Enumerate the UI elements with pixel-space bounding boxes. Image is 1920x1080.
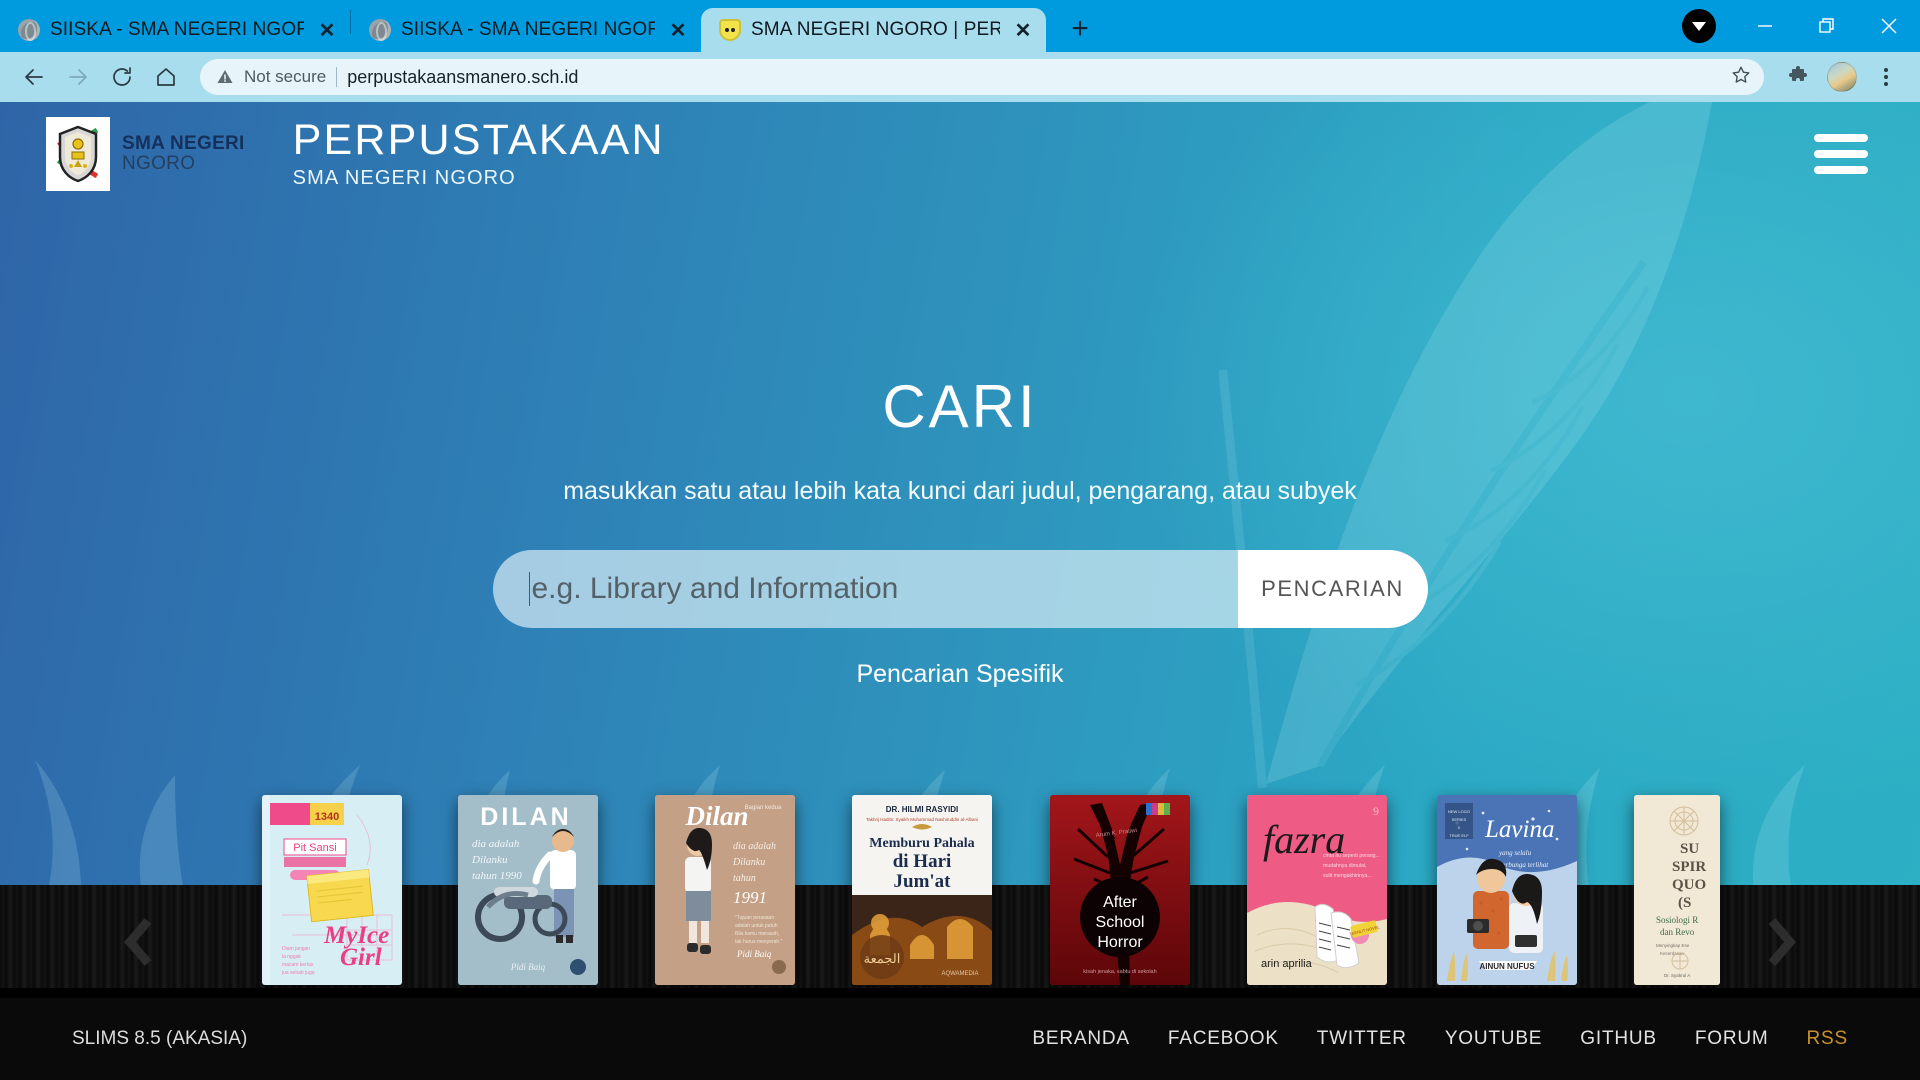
browser-tab-1[interactable]: SIISKA - SMA NEGERI NGORO ✕: [0, 8, 350, 52]
slims-version-label: SLIMS 8.5 (AKASIA): [72, 1028, 248, 1049]
close-icon[interactable]: ✕: [1010, 17, 1036, 43]
footer-link-forum[interactable]: FORUM: [1695, 1028, 1769, 1050]
home-icon[interactable]: [146, 57, 186, 97]
close-window-button[interactable]: [1858, 0, 1920, 52]
tab-title: SMA NEGERI NGORO | PERPUSTA: [751, 19, 1000, 40]
reload-icon[interactable]: [102, 57, 142, 97]
tab-strip: SIISKA - SMA NEGERI NGORO ✕ SIISKA - SMA…: [0, 0, 1920, 52]
forward-icon[interactable]: [58, 57, 98, 97]
search-placeholder: e.g. Library and Information: [531, 572, 899, 605]
address-bar[interactable]: Not secure perpustakaansmanero.sch.id: [200, 59, 1764, 95]
footer-link-rss[interactable]: RSS: [1807, 1028, 1848, 1050]
site-title-block: PERPUSTAKAAN SMA NEGERI NGORO: [292, 115, 665, 190]
logo-line-1: SMA NEGERI: [122, 133, 245, 155]
hamburger-menu-icon[interactable]: [1808, 128, 1874, 180]
site-header: SMA NEGERI NGORO PERPUSTAKAAN SMA NEGERI…: [0, 102, 1920, 206]
star-icon[interactable]: [1730, 64, 1752, 91]
globe-icon: [18, 19, 40, 41]
not-secure-warning-icon: [216, 68, 234, 86]
kebab-menu-icon[interactable]: [1866, 57, 1906, 97]
page-content: SMA NEGERI NGORO PERPUSTAKAAN SMA NEGERI…: [0, 102, 1920, 1080]
new-tab-button[interactable]: +: [1060, 9, 1100, 49]
back-icon[interactable]: [14, 57, 54, 97]
security-status-label: Not secure: [244, 67, 327, 86]
search-input[interactable]: e.g. Library and Information: [493, 550, 1238, 628]
search-heading: CARI: [882, 373, 1038, 440]
tab-title: SIISKA - SMA NEGERI NGORO: [401, 19, 655, 40]
toolbar-right-actions: [1778, 57, 1906, 97]
close-icon[interactable]: ✕: [314, 17, 340, 43]
search-bar: e.g. Library and Information PENCARIAN: [492, 550, 1428, 628]
browser-tab-3-active[interactable]: SMA NEGERI NGORO | PERPUSTA ✕: [701, 8, 1046, 52]
avatar[interactable]: [1822, 57, 1862, 97]
footer-link-github[interactable]: GITHUB: [1580, 1028, 1657, 1050]
footer-link-youtube[interactable]: YOUTUBE: [1445, 1028, 1542, 1050]
carousel-next-button[interactable]: [1752, 912, 1808, 972]
window-controls: [1682, 0, 1920, 52]
footer-link-beranda[interactable]: BERANDA: [1032, 1028, 1129, 1050]
search-subheading: masukkan satu atau lebih kata kunci dari…: [563, 477, 1357, 505]
tab-title: SIISKA - SMA NEGERI NGORO: [50, 19, 304, 40]
url-text[interactable]: perpustakaansmanero.sch.id: [347, 67, 1720, 88]
site-footer: SLIMS 8.5 (AKASIA) BERANDA FACEBOOK TWIT…: [0, 998, 1920, 1080]
close-icon[interactable]: ✕: [665, 17, 691, 43]
page-title: PERPUSTAKAAN: [292, 115, 665, 164]
omnibox-divider: [336, 67, 338, 87]
logo-text: SMA NEGERI NGORO: [122, 134, 245, 174]
mask-icon: [719, 19, 741, 41]
search-submit-button[interactable]: PENCARIAN: [1237, 550, 1428, 628]
footer-link-facebook[interactable]: FACEBOOK: [1168, 1028, 1279, 1050]
browser-toolbar: Not secure perpustakaansmanero.sch.id: [0, 52, 1920, 102]
download-arrow-icon[interactable]: [1682, 9, 1716, 43]
text-caret: [528, 572, 530, 606]
browser-tab-2[interactable]: SIISKA - SMA NEGERI NGORO ✕: [351, 8, 701, 52]
page-subtitle: SMA NEGERI NGORO: [292, 167, 516, 190]
browser-window: SIISKA - SMA NEGERI NGORO ✕ SIISKA - SMA…: [0, 0, 1920, 1080]
school-crest-icon: [46, 117, 110, 191]
book-shelf: [0, 885, 1920, 998]
globe-icon: [369, 19, 391, 41]
puzzle-icon[interactable]: [1778, 57, 1818, 97]
search-section: CARI masukkan satu atau lebih kata kunci…: [0, 372, 1920, 689]
maximize-button[interactable]: [1796, 0, 1858, 52]
logo-line-2: NGORO: [122, 153, 196, 174]
minimize-button[interactable]: [1734, 0, 1796, 52]
advanced-search-link[interactable]: Pencarian Spesifik: [0, 660, 1920, 689]
footer-link-twitter[interactable]: TWITTER: [1317, 1028, 1407, 1050]
footer-links: BERANDA FACEBOOK TWITTER YOUTUBE GITHUB …: [1032, 1028, 1848, 1050]
site-logo[interactable]: SMA NEGERI NGORO: [46, 117, 245, 191]
carousel-prev-button[interactable]: [112, 912, 168, 972]
